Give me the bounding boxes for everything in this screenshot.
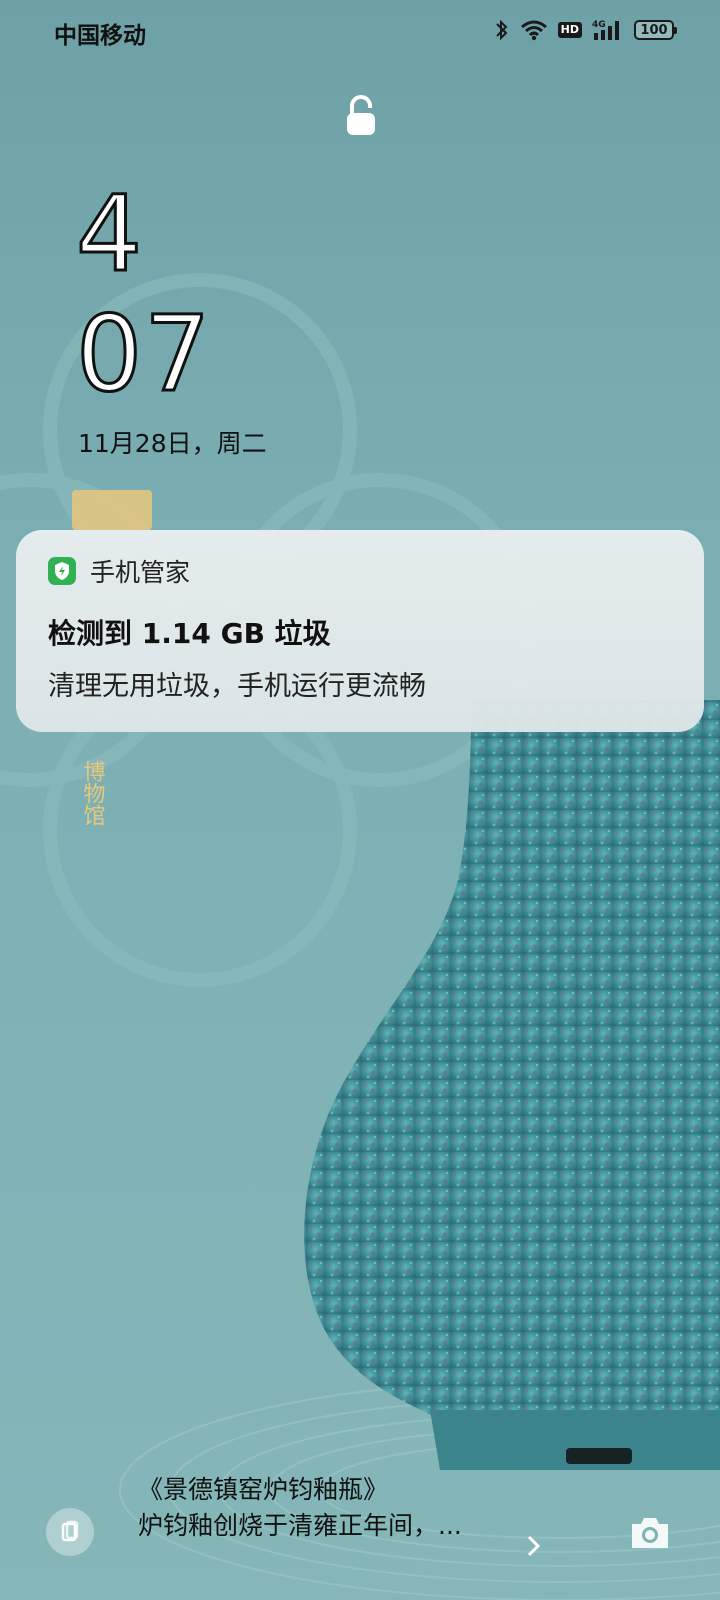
svg-text:博物馆: 博物馆 <box>80 760 106 826</box>
wifi-icon <box>520 20 547 41</box>
wallpaper-caption[interactable]: 《景德镇窑炉钧釉瓶》 炉钧釉创烧于清雍正年间，... <box>138 1472 462 1544</box>
battery-icon: 100 <box>634 20 677 40</box>
phone-manager-icon <box>48 557 76 585</box>
signal-icon: 4G <box>592 20 619 40</box>
notification-app-name: 手机管家 <box>90 558 191 587</box>
status-bar: 中国移动 HD 4G 100 <box>0 0 720 64</box>
chevron-right-icon[interactable] <box>524 1532 544 1560</box>
caption-title: 《景德镇窑炉钧釉瓶》 <box>138 1475 389 1504</box>
camera-icon[interactable] <box>628 1514 672 1552</box>
carrier-label: 中国移动 <box>54 23 146 49</box>
clock-hour: 4 <box>74 173 145 295</box>
left-shortcut-button[interactable] <box>46 1508 94 1556</box>
notification-card[interactable]: 手机管家 检测到 1.14 GB 垃圾 清理无用垃圾，手机运行更流畅 <box>16 530 704 732</box>
date-label: 11月28日，周二 <box>78 429 267 458</box>
vase-illustration <box>304 700 720 1470</box>
notification-header: 手机管家 <box>48 556 672 587</box>
notification-body: 清理无用垃圾，手机运行更流畅 <box>48 671 426 702</box>
caption-text: 炉钧釉创烧于清雍正年间，... <box>138 1511 462 1540</box>
hd-icon: HD <box>557 22 582 38</box>
clock-minute: 07 <box>74 293 213 415</box>
notification-title: 检测到 1.14 GB 垃圾 <box>48 617 331 650</box>
card-icon <box>61 1520 79 1542</box>
lock-icon[interactable] <box>343 94 379 138</box>
bluetooth-icon <box>495 19 508 41</box>
status-icons: HD 4G 100 <box>494 18 677 42</box>
svg-text:4G: 4G <box>592 20 606 30</box>
